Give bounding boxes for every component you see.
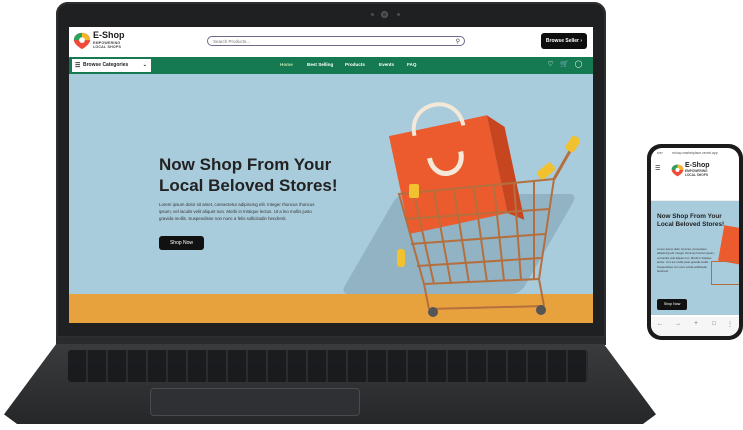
shop-now-button[interactable]: Shop Now: [159, 236, 204, 250]
search-icon[interactable]: ⚲: [456, 37, 460, 47]
shopping-cart-illustration: [711, 261, 739, 285]
hero-description: Lorem ipsum dolor sit amet, consectetur …: [159, 202, 315, 221]
webcam-icon: [381, 11, 388, 18]
forward-icon[interactable]: →: [673, 321, 683, 327]
sensor-dot: [397, 13, 400, 16]
main-nav: ☰ Browse Categories ⌄ Home Best Selling …: [69, 57, 593, 74]
browse-categories-label: Browse Categories: [83, 62, 129, 68]
phone-hero: Now Shop From Your Local Beloved Stores!…: [651, 201, 739, 315]
shopping-cart-illustration: [388, 102, 579, 317]
phone-screen: 9:57 eshop-marketplace.vercel.app ☰ E-Sh…: [651, 148, 739, 336]
nav-link-products[interactable]: Products: [345, 62, 365, 67]
phone-hero-description: Lorem ipsum dolor sit amet, consectetur …: [657, 247, 715, 274]
menu-icon[interactable]: ☰: [655, 165, 660, 172]
brand-name: E-Shop: [685, 162, 710, 169]
menu-icon: ☰: [75, 63, 81, 69]
user-icon[interactable]: ◯: [574, 60, 583, 69]
hero-banner: Now Shop From Your Local Beloved Stores!…: [69, 74, 593, 323]
shopping-bag-illustration: [718, 225, 739, 265]
brand-tagline: EMPOWERING LOCAL SHOPS: [685, 169, 708, 177]
browse-seller-label: Browse Seller: [545, 38, 579, 44]
browse-seller-button[interactable]: Browse Seller ›: [541, 33, 587, 49]
hero-title: Now Shop From Your Local Beloved Stores!: [159, 155, 338, 195]
nav-link-faq[interactable]: FAQ: [407, 62, 416, 67]
phone-url-bar[interactable]: eshop-marketplace.vercel.app: [661, 151, 729, 155]
heart-icon[interactable]: ♡: [546, 60, 555, 69]
search-input[interactable]: Search Products... ⚲: [207, 36, 465, 46]
nav-link-best-selling[interactable]: Best Selling: [307, 62, 333, 67]
brand-logo-icon[interactable]: [671, 164, 684, 177]
site-header: E-Shop EMPOWERING LOCAL SHOPS Search Pro…: [69, 27, 593, 57]
laptop-screen: E-Shop EMPOWERING LOCAL SHOPS Search Pro…: [69, 27, 593, 323]
chevron-down-icon: ⌄: [142, 62, 147, 68]
phone-hero-title: Now Shop From Your Local Beloved Stores!: [657, 213, 725, 228]
nav-link-home[interactable]: Home: [280, 62, 293, 67]
touchpad: [150, 388, 360, 416]
browse-categories-dropdown[interactable]: ☰ Browse Categories ⌄: [72, 59, 151, 72]
add-tab-icon[interactable]: +: [691, 321, 701, 327]
brand-name: E-Shop: [93, 30, 125, 40]
cart-icon[interactable]: 🛒: [560, 60, 569, 69]
phone-browser-toolbar: ← → + □ ⋮: [651, 317, 739, 336]
laptop-hinge: [56, 337, 606, 345]
nav-link-events[interactable]: Events: [379, 62, 394, 67]
brand-tagline: EMPOWERING LOCAL SHOPS: [93, 41, 122, 49]
more-icon[interactable]: ⋮: [725, 321, 735, 328]
phone-frame: 9:57 eshop-marketplace.vercel.app ☰ E-Sh…: [647, 144, 743, 340]
keyboard: [68, 350, 588, 382]
phone-shop-now-button[interactable]: Shop Now: [657, 299, 687, 310]
brand-logo-icon[interactable]: [73, 32, 91, 50]
back-icon[interactable]: ←: [655, 321, 665, 327]
search-placeholder: Search Products...: [213, 39, 251, 44]
laptop-base: [4, 344, 656, 424]
sensor-dot: [371, 13, 374, 16]
tabs-icon[interactable]: □: [709, 321, 719, 327]
